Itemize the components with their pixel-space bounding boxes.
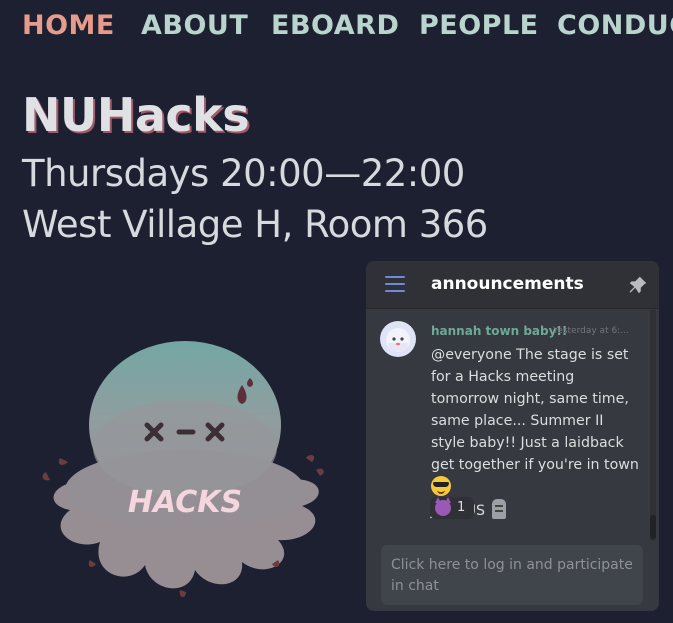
login-prompt-text: Click here to log in and participate in … [391,557,633,594]
login-prompt-button[interactable]: Click here to log in and participate in … [381,545,643,605]
reaction-count: 1 [457,500,466,515]
message-timestamp: Yesterday at 6:... [553,326,629,336]
main-nav: HOME ABOUT EBOARD PEOPLE CONDUC [0,0,673,52]
nav-conduct[interactable]: CONDUC [557,10,673,41]
discord-widget: announcements hannah town baby!! Yesterd… [366,261,659,611]
nav-about[interactable]: ABOUT [141,10,248,41]
message-author[interactable]: hannah town baby!! [431,324,567,338]
scroll-thumb[interactable] [650,515,656,539]
channel-name: announcements [431,274,584,294]
meeting-location: West Village H, Room 366 [22,203,488,246]
scrollbar[interactable] [650,309,656,541]
avatar[interactable] [380,321,416,357]
message-body: @everyone The stage is set for a Hacks m… [431,347,639,473]
message-list[interactable]: hannah town baby!! Yesterday at 6:... @e… [366,309,659,541]
sunglasses-emoji-icon [431,476,451,496]
message-text: @everyone The stage is set for a Hacks m… [431,344,641,522]
reaction-button[interactable]: 1 [430,497,474,519]
hamburger-icon[interactable] [385,275,407,293]
smiling-imp-icon [435,497,451,516]
nav-people[interactable]: PEOPLE [419,10,539,41]
nav-eboard[interactable]: EBOARD [271,10,399,41]
octopus-mascot-icon: HACKS [42,341,324,598]
nav-home[interactable]: HOME [22,10,115,41]
widget-header: announcements [366,261,659,309]
pin-icon[interactable] [627,274,649,296]
page-title: NUHacks [22,88,250,142]
mascot-label: HACKS [128,485,242,520]
moai-emoji-icon [491,499,506,519]
meeting-time: Thursdays 20:00—22:00 [22,152,465,195]
